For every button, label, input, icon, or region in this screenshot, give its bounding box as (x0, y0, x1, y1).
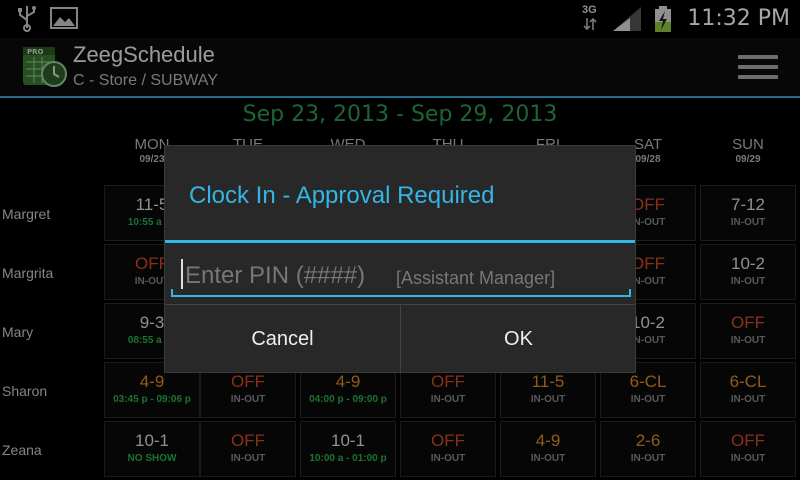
pin-input[interactable]: Enter PIN (####) [Assistant Manager] (171, 253, 631, 297)
cancel-button[interactable]: Cancel (165, 305, 400, 373)
pin-placeholder: Enter PIN (####) (185, 262, 366, 289)
dialog-title: Clock In - Approval Required (189, 182, 495, 209)
pin-hint: [Assistant Manager] (396, 268, 556, 288)
ok-button[interactable]: OK (401, 305, 636, 373)
input-underline (171, 289, 631, 297)
dialog-button-row: Cancel OK (165, 304, 635, 373)
text-cursor (181, 259, 183, 289)
dialog-title-divider (165, 240, 635, 243)
clock-in-dialog: Clock In - Approval Required Enter PIN (… (164, 145, 636, 373)
